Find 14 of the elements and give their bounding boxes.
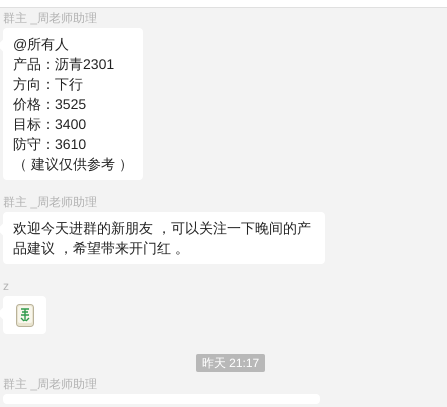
message-text: 方向：下行 [13,75,84,94]
message-text: 价格：3525 [13,95,88,114]
message-text: 目标：3400 [13,115,88,134]
timestamp: 昨天 21:17 [196,354,266,372]
sender-name: 群主 _周老师助理 [2,11,98,25]
sender-name: 群主 _周老师助理 [2,377,98,391]
message-text: 欢迎今天进群的新朋友 ，可以关注一下晚间的产品建议 ，希望带来开门红 。 [13,219,312,258]
sender-name: z [2,279,10,293]
message-text: （ 建议仅供参考 ） [13,155,133,174]
message-text: 产品：沥青2301 [13,55,116,74]
sender-name: 群主 _周老师助理 [2,195,98,209]
mahjong-tile-icon [16,304,34,326]
message-text: 防守：3610 [13,135,88,154]
message-text: @所有人 [13,35,70,54]
